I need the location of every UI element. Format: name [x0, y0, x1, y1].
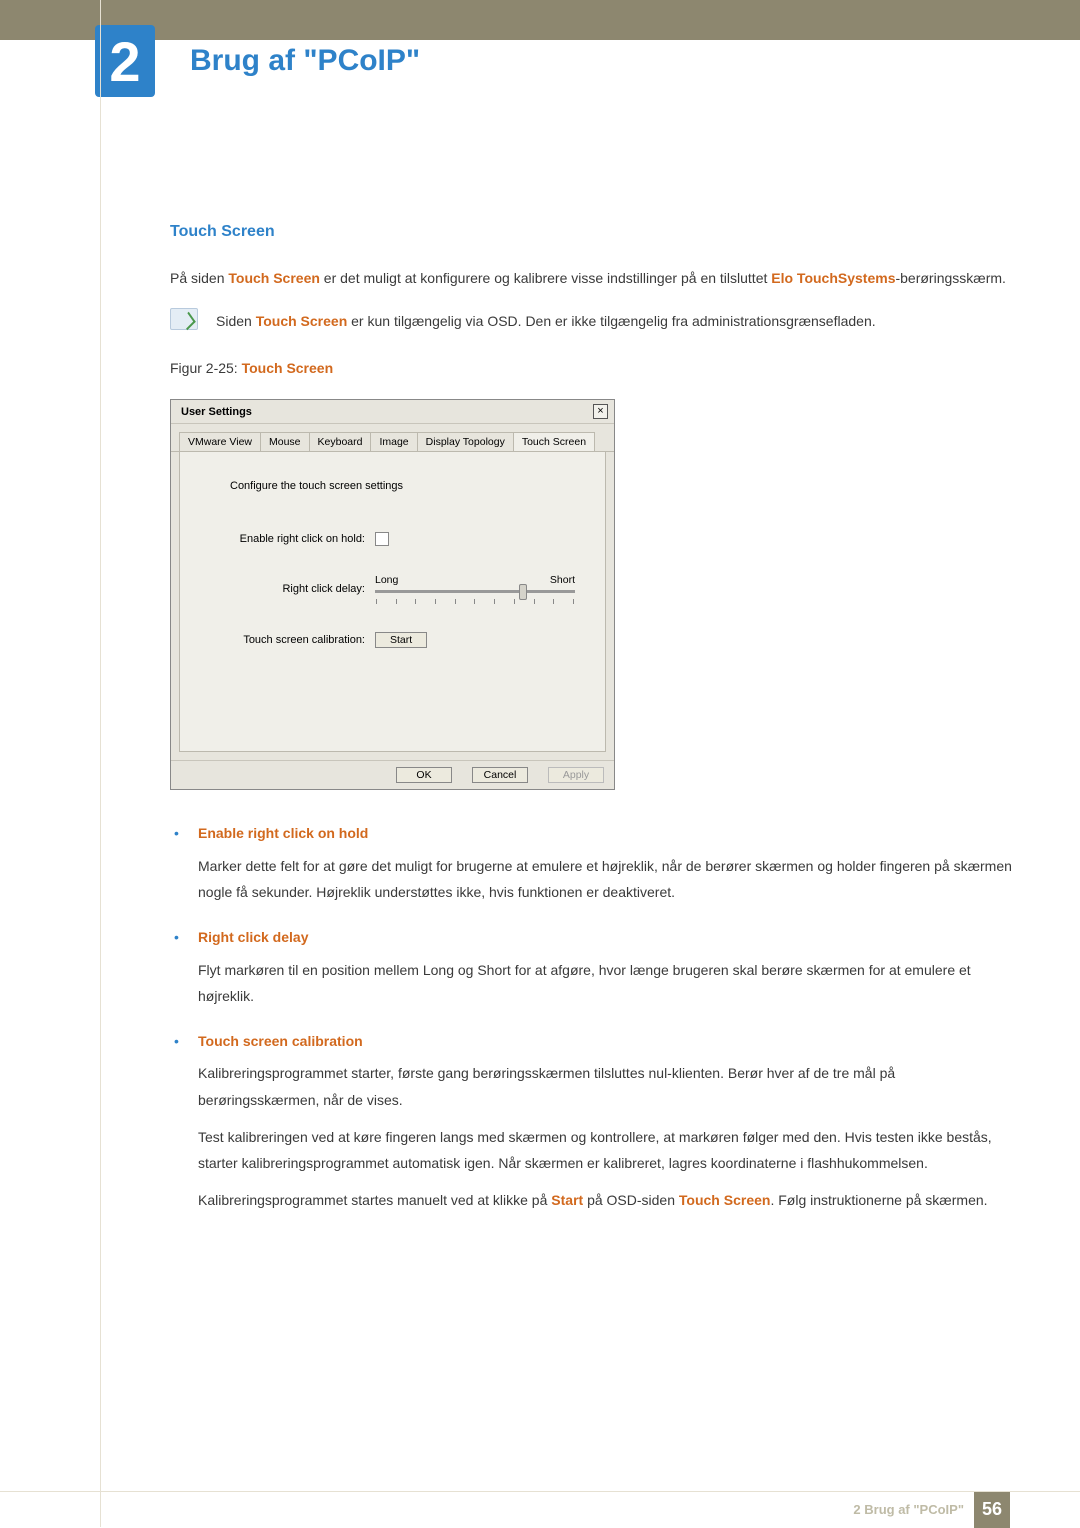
highlight-figure-name: Touch Screen: [242, 360, 334, 376]
slider-ticks: [375, 599, 575, 604]
cancel-button[interactable]: Cancel: [472, 767, 528, 783]
list-item-calibration: Touch screen calibration Kalibreringspro…: [170, 1028, 1015, 1214]
slider-right-click-delay[interactable]: Long Short: [375, 574, 585, 604]
highlight-touch-screen: Touch Screen: [679, 1192, 771, 1208]
item-body: Flyt markøren til en position mellem Lon…: [198, 957, 1015, 1010]
highlight-touch-screen: Touch Screen: [228, 270, 320, 286]
highlight-start: Start: [551, 1192, 583, 1208]
tab-vmware-view[interactable]: VMware View: [179, 432, 261, 451]
ok-button[interactable]: OK: [396, 767, 452, 783]
tab-image[interactable]: Image: [370, 432, 417, 451]
dialog-footer: OK Cancel Apply: [171, 760, 614, 789]
chapter-header: 2 Brug af "PCoIP": [0, 25, 1080, 97]
footer-chapter-label: 2 Brug af "PCoIP": [853, 1502, 964, 1517]
label-enable-right-click: Enable right click on hold:: [200, 533, 375, 545]
list-item-delay: Right click delay Flyt markøren til en p…: [170, 924, 1015, 1010]
highlight-elo: Elo TouchSystems: [771, 270, 895, 286]
dialog-title: User Settings: [181, 406, 252, 418]
highlight-touch-screen: Touch Screen: [256, 313, 348, 329]
apply-button[interactable]: Apply: [548, 767, 604, 783]
item-title-delay: Right click delay: [198, 924, 1015, 951]
item-body: Marker dette felt for at gøre det muligt…: [198, 853, 1015, 906]
text: Kalibreringsprogrammet startes manuelt v…: [198, 1192, 551, 1208]
text: er det muligt at konfigurere og kalibrer…: [320, 270, 771, 286]
note-icon: [170, 308, 198, 330]
dialog-description: Configure the touch screen settings: [230, 480, 585, 492]
slider-track[interactable]: [375, 590, 575, 593]
tab-strip: VMware View Mouse Keyboard Image Display…: [171, 424, 614, 452]
text: -berøringsskærm.: [895, 270, 1005, 286]
left-rule: [100, 0, 101, 1527]
item-body: Kalibreringsprogrammet starter, første g…: [198, 1060, 1015, 1213]
label-calibration: Touch screen calibration:: [200, 634, 375, 646]
text: er kun tilgængelig via OSD. Den er ikke …: [347, 313, 875, 329]
slider-short-label: Short: [550, 574, 575, 586]
dialog-body: Configure the touch screen settings Enab…: [179, 452, 606, 752]
text: Kalibreringsprogrammet starter, første g…: [198, 1060, 1015, 1113]
row-right-click-delay: Right click delay: Long Short: [200, 574, 585, 604]
tab-touch-screen[interactable]: Touch Screen: [513, 432, 595, 451]
row-calibration: Touch screen calibration: Start: [200, 632, 585, 648]
text: på OSD-siden: [583, 1192, 679, 1208]
page: 2 Brug af "PCoIP" Touch Screen På siden …: [0, 0, 1080, 1527]
item-title-calibration: Touch screen calibration: [198, 1028, 1015, 1055]
checkbox-enable-right-click[interactable]: [375, 532, 389, 546]
item-title-enable: Enable right click on hold: [198, 820, 1015, 847]
close-icon[interactable]: ×: [593, 404, 608, 419]
description-list: Enable right click on hold Marker dette …: [170, 820, 1015, 1213]
tab-display-topology[interactable]: Display Topology: [417, 432, 514, 451]
note-block: Siden Touch Screen er kun tilgængelig vi…: [170, 308, 1015, 335]
figure-caption: Figur 2-25: Touch Screen: [170, 355, 1015, 382]
content-body: Touch Screen På siden Touch Screen er de…: [170, 217, 1015, 1213]
dialog-titlebar: User Settings ×: [171, 400, 614, 424]
user-settings-dialog: User Settings × VMware View Mouse Keyboa…: [170, 399, 615, 790]
text: Siden: [216, 313, 256, 329]
chapter-number-badge: 2: [95, 25, 155, 97]
section-heading: Touch Screen: [170, 217, 1015, 247]
intro-paragraph: På siden Touch Screen er det muligt at k…: [170, 265, 1015, 292]
tab-keyboard[interactable]: Keyboard: [309, 432, 372, 451]
slider-labels: Long Short: [375, 574, 575, 586]
label-right-click-delay: Right click delay:: [200, 583, 375, 595]
list-item-enable: Enable right click on hold Marker dette …: [170, 820, 1015, 906]
text: Flyt markøren til en position mellem Lon…: [198, 957, 1015, 1010]
chapter-title: Brug af "PCoIP": [190, 44, 420, 78]
page-footer: 2 Brug af "PCoIP" 56: [0, 1491, 1080, 1527]
text: Marker dette felt for at gøre det muligt…: [198, 853, 1015, 906]
row-enable-right-click: Enable right click on hold:: [200, 532, 585, 546]
text: Kalibreringsprogrammet startes manuelt v…: [198, 1187, 1015, 1214]
slider-long-label: Long: [375, 574, 398, 586]
tab-mouse[interactable]: Mouse: [260, 432, 310, 451]
text: Figur 2-25:: [170, 360, 242, 376]
text: Test kalibreringen ved at køre fingeren …: [198, 1124, 1015, 1177]
text: På siden: [170, 270, 228, 286]
start-button[interactable]: Start: [375, 632, 427, 648]
page-number: 56: [974, 1492, 1010, 1528]
note-text: Siden Touch Screen er kun tilgængelig vi…: [216, 308, 876, 335]
slider-thumb[interactable]: [519, 584, 527, 600]
text: . Følg instruktionerne på skærmen.: [770, 1192, 987, 1208]
